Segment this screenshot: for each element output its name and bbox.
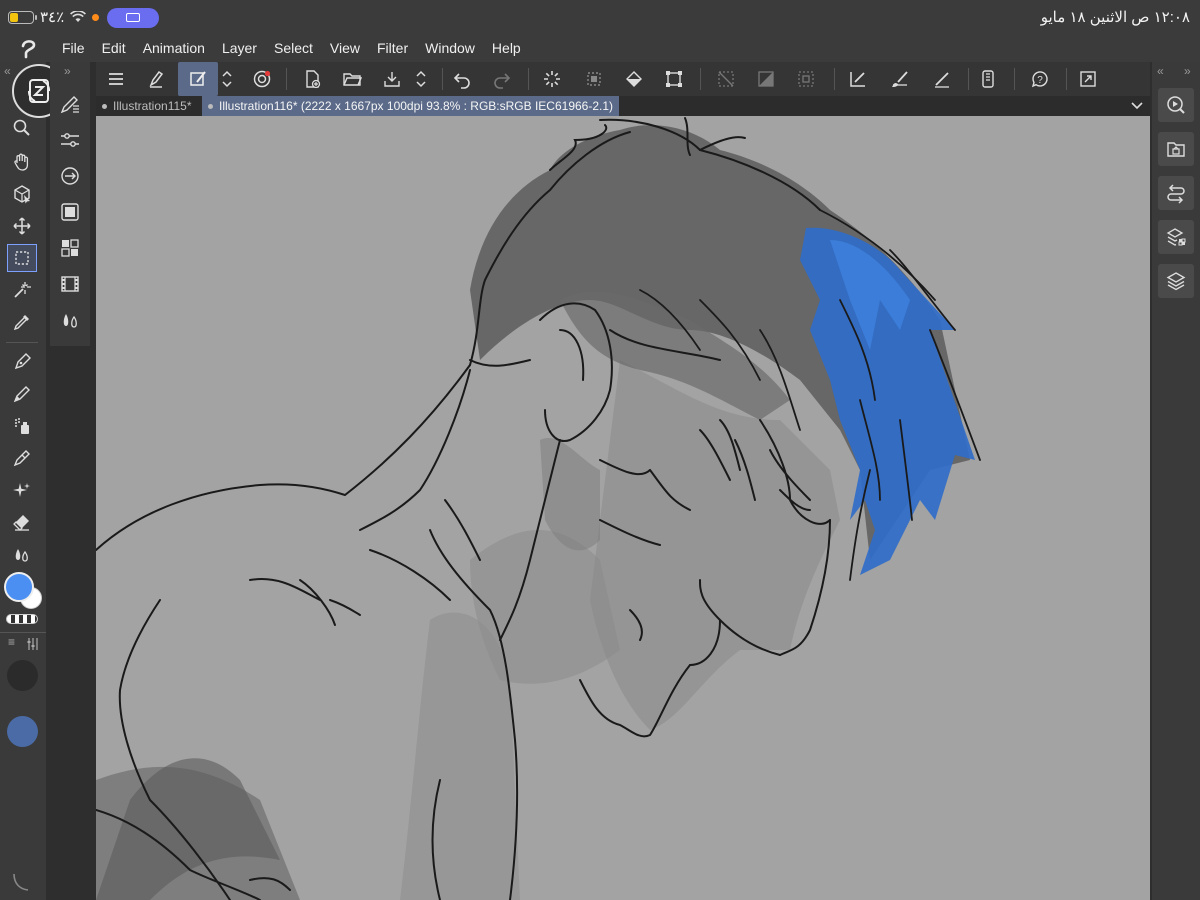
eraser-icon[interactable]	[7, 508, 37, 536]
sub-tool-detail-icon[interactable]	[55, 162, 85, 190]
wifi-icon	[70, 11, 87, 22]
tab-list-chevron-icon[interactable]	[1130, 99, 1144, 113]
battery-group: ٣٤٪	[8, 8, 100, 26]
menu-file[interactable]: File	[62, 40, 85, 56]
simple-mode-pen-icon[interactable]	[142, 65, 170, 93]
color-set-icon[interactable]	[55, 234, 85, 262]
layer-property-icon[interactable]	[1158, 220, 1194, 254]
selection-icon[interactable]	[7, 244, 37, 272]
object-icon[interactable]	[7, 180, 37, 208]
battery-percent: ٣٤٪	[40, 9, 65, 26]
right-collapse-left-icon[interactable]: «	[1157, 64, 1164, 78]
pen-icon[interactable]	[7, 348, 37, 376]
drawing-canvas[interactable]	[96, 116, 1150, 900]
zoom-icon[interactable]	[7, 114, 37, 142]
color-history-blue[interactable]	[7, 716, 38, 747]
fill-bucket-icon[interactable]	[620, 65, 648, 93]
pencil-icon[interactable]	[7, 380, 37, 408]
undo-icon[interactable]	[448, 65, 476, 93]
sub-tool-collapse-icon[interactable]: »	[64, 64, 71, 78]
redo-icon[interactable]	[488, 65, 516, 93]
tab-illustration115[interactable]: Illustration115*	[96, 96, 200, 116]
menu-animation[interactable]: Animation	[143, 40, 205, 56]
clock: ١٢:٠٨ ص الاثنين ١٨ مايو	[1040, 9, 1190, 26]
loading-spinner-icon[interactable]	[538, 65, 566, 93]
history-icon[interactable]	[1158, 176, 1194, 210]
expand-selection-icon[interactable]	[792, 65, 820, 93]
document-tab-bar: Illustration115* Illustration116* (2222 …	[96, 96, 1150, 116]
menu-edit[interactable]: Edit	[102, 40, 126, 56]
privacy-indicator-dot	[92, 13, 100, 21]
collapse-arrows-icon[interactable]: «	[4, 64, 11, 78]
menu-view[interactable]: View	[330, 40, 360, 56]
transform-icon[interactable]	[660, 65, 688, 93]
invert-selection-icon[interactable]	[752, 65, 780, 93]
magic-wand-icon[interactable]	[7, 276, 37, 304]
clip-studio-logo-icon[interactable]	[18, 37, 40, 59]
vector-pen-icon[interactable]	[928, 65, 956, 93]
status-bar: ٣٤٪ ١٢:٠٨ ص الاثنين ١٨ مايو	[0, 0, 1200, 34]
battery-icon	[8, 10, 37, 24]
command-bar: ?	[96, 62, 1150, 97]
airbrush-icon[interactable]	[7, 412, 37, 440]
save-options-chevron-icon[interactable]	[412, 65, 430, 93]
open-folder-icon[interactable]	[338, 65, 366, 93]
main-color-swatch[interactable]	[4, 572, 34, 602]
blend-drops-icon[interactable]	[55, 306, 85, 334]
menu-help[interactable]: Help	[492, 40, 521, 56]
tab-illustration116[interactable]: Illustration116* (2222 x 1667px 100dpi 9…	[202, 96, 620, 116]
move-icon[interactable]	[7, 212, 37, 240]
menu-filter[interactable]: Filter	[377, 40, 408, 56]
transparent-color-swatch[interactable]	[6, 614, 38, 624]
tab-label: Illustration116* (2222 x 1667px 100dpi 9…	[219, 99, 614, 113]
palette-settings-icon[interactable]	[26, 638, 40, 650]
scroll-curve-icon	[13, 873, 29, 891]
device-settings-icon[interactable]	[974, 65, 1002, 93]
brush-icon[interactable]	[886, 65, 914, 93]
hand-icon[interactable]	[7, 148, 37, 176]
navigator-icon[interactable]	[1158, 88, 1194, 122]
fullscreen-icon[interactable]	[1074, 65, 1102, 93]
right-palette-bar: « »	[1152, 62, 1200, 900]
new-file-icon[interactable]	[298, 65, 326, 93]
timeline-icon[interactable]	[55, 270, 85, 298]
menu-select[interactable]: Select	[274, 40, 313, 56]
save-icon[interactable]	[378, 65, 406, 93]
illustration-artwork	[96, 117, 981, 900]
brush-tool-icon[interactable]	[7, 444, 37, 472]
material-icon[interactable]	[1158, 132, 1194, 166]
color-history-dark[interactable]	[7, 660, 38, 691]
tool-palette: « ≡	[0, 62, 66, 900]
help-bubble-icon[interactable]: ?	[1026, 65, 1054, 93]
menu-layer[interactable]: Layer	[222, 40, 257, 56]
tool-property-icon[interactable]	[55, 126, 85, 154]
decoration-icon[interactable]	[7, 476, 37, 504]
menu-bar: File Edit Animation Layer Select View Fi…	[0, 34, 1200, 62]
color-wheel-icon[interactable]	[55, 198, 85, 226]
layer-icon[interactable]	[1158, 264, 1194, 298]
blend-icon[interactable]	[7, 540, 37, 568]
selection-off-icon[interactable]	[712, 65, 740, 93]
palette-menu-icon[interactable]: ≡	[8, 635, 15, 649]
svg-text:?: ?	[1037, 75, 1043, 86]
sub-tool-pen-icon[interactable]	[55, 90, 85, 118]
clip-studio-assets-icon[interactable]	[248, 65, 276, 93]
right-collapse-right-icon[interactable]: »	[1184, 64, 1191, 78]
screen-sharing-pill[interactable]	[107, 8, 159, 28]
edit-mode-button[interactable]	[178, 62, 218, 96]
clear-selection-icon[interactable]	[580, 65, 608, 93]
mode-switch-chevron-icon[interactable]	[218, 65, 236, 93]
menu-window[interactable]: Window	[425, 40, 475, 56]
tab-label: Illustration115*	[113, 99, 192, 113]
eyedropper-icon[interactable]	[7, 308, 37, 336]
sub-tool-strip: »	[50, 62, 90, 346]
main-menu-icon[interactable]	[102, 65, 130, 93]
ruler-pen-icon[interactable]	[844, 65, 872, 93]
